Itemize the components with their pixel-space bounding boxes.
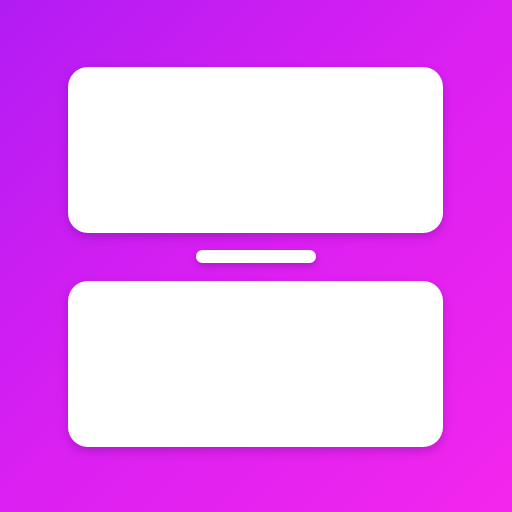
divider-bar: [196, 250, 316, 263]
bottom-panel: [68, 281, 443, 447]
split-screen-icon: [0, 0, 512, 512]
top-panel: [68, 67, 443, 233]
